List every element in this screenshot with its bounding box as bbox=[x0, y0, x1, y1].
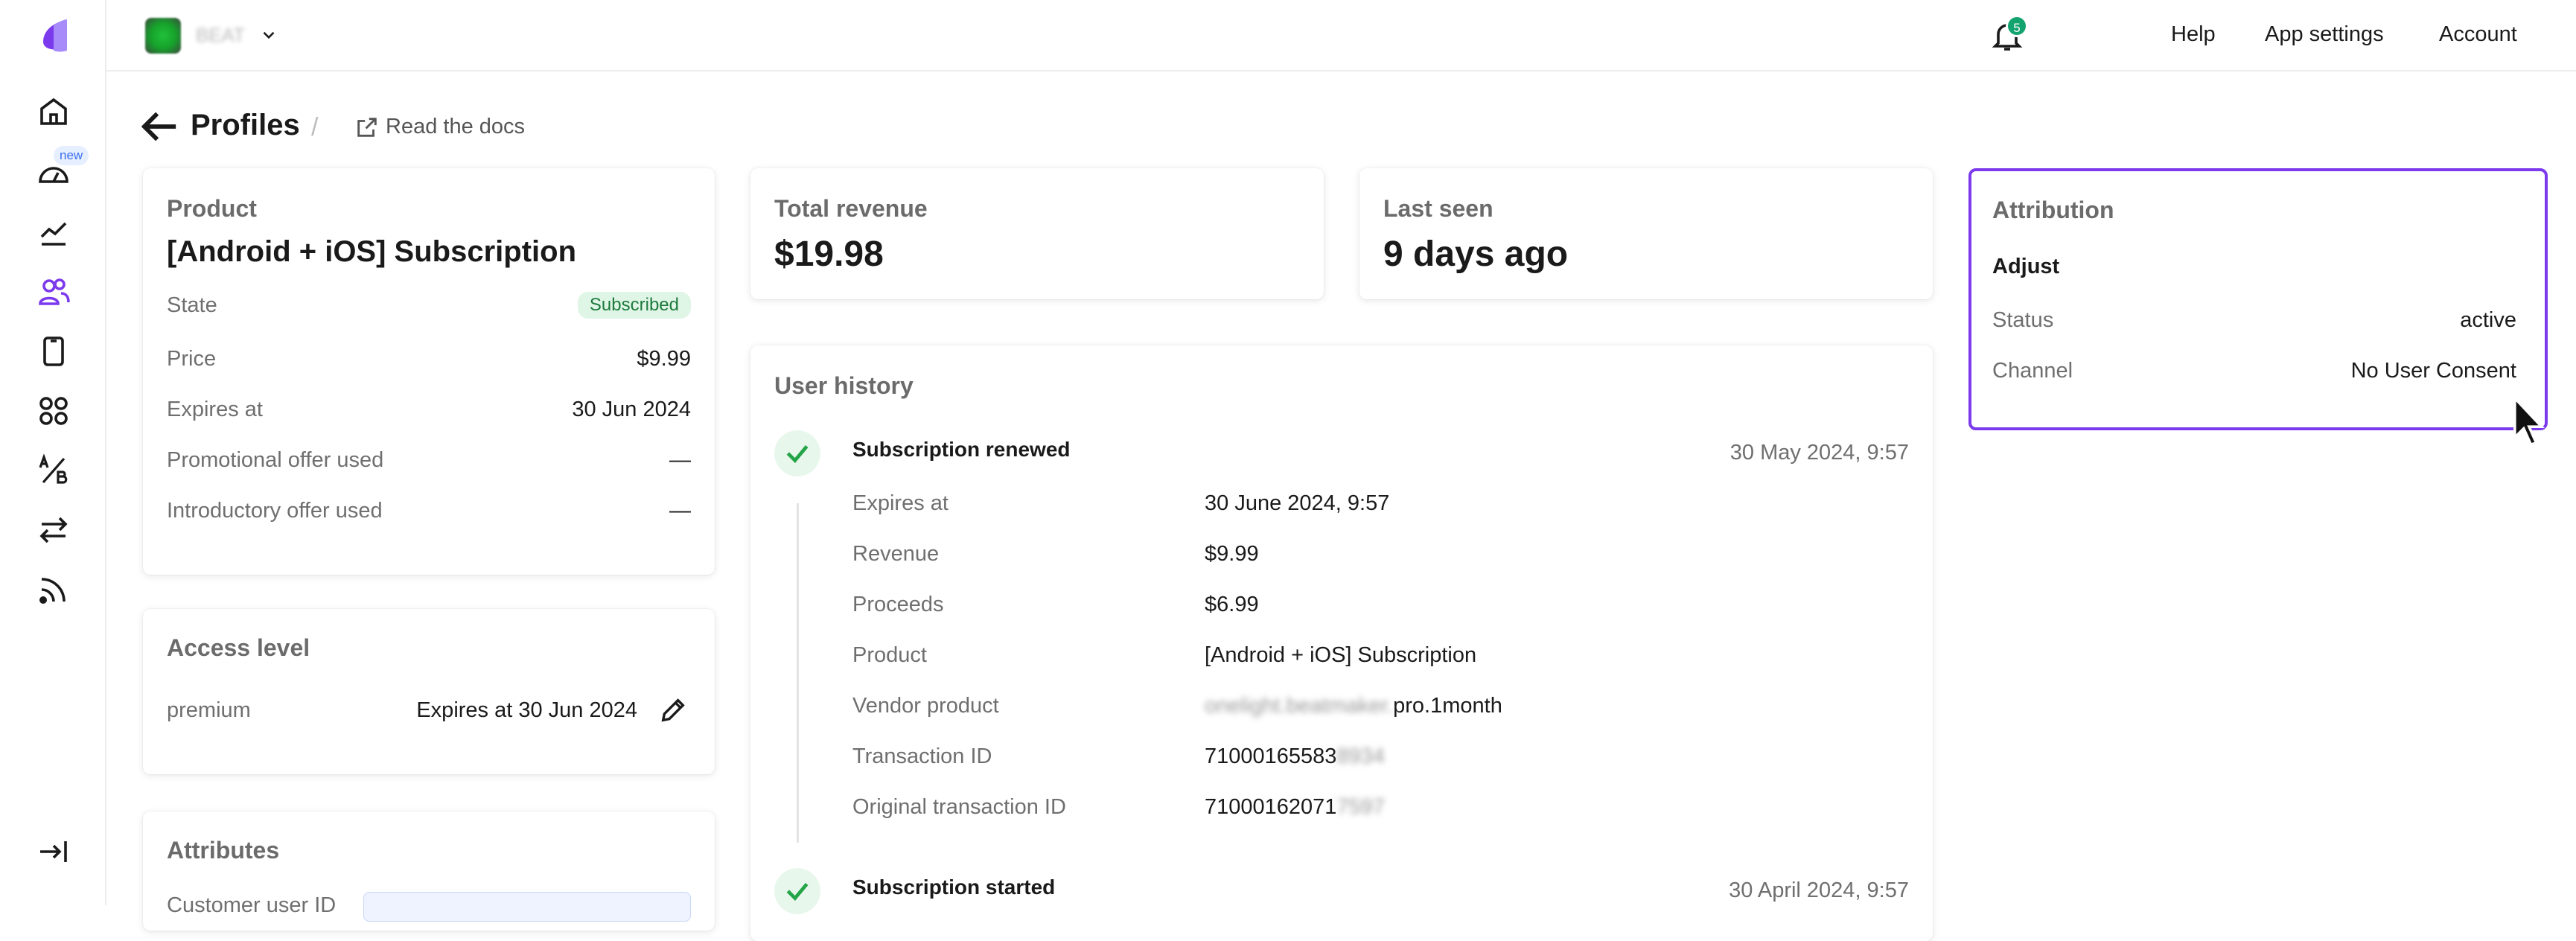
users-icon bbox=[39, 278, 70, 305]
collapse-right-icon bbox=[40, 841, 67, 862]
attribution-label: Attribution bbox=[1992, 197, 2114, 223]
product-name: [Android + iOS] Subscription bbox=[167, 235, 576, 268]
app-name[interactable]: BEAT bbox=[196, 24, 245, 47]
row-value: $9.99 bbox=[637, 347, 691, 371]
vendor-product-suffix: pro.1month bbox=[1393, 694, 1502, 718]
sidebar-item-analytics[interactable] bbox=[33, 211, 74, 253]
app-avatar[interactable] bbox=[145, 18, 181, 54]
logo-icon[interactable] bbox=[37, 16, 70, 54]
account-link[interactable]: Account bbox=[2439, 22, 2517, 47]
row-label: State bbox=[167, 293, 217, 317]
sidebar-item-profiles[interactable] bbox=[33, 271, 74, 313]
history-row-label: Vendor product bbox=[852, 694, 999, 718]
page-title: Profiles bbox=[191, 109, 300, 141]
row-label: Price bbox=[167, 347, 217, 371]
help-link[interactable]: Help bbox=[2171, 22, 2216, 47]
history-row-value: $6.99 bbox=[1205, 593, 1259, 616]
event-check-icon bbox=[774, 868, 820, 914]
sidebar-item-events[interactable] bbox=[33, 509, 74, 551]
chevron-down-icon[interactable] bbox=[259, 25, 278, 45]
ab-test-icon bbox=[39, 453, 68, 484]
row-value: — bbox=[669, 499, 691, 523]
history-row-label: Proceeds bbox=[852, 593, 944, 616]
app-settings-link[interactable]: App settings bbox=[2265, 22, 2384, 47]
history-row-value: $9.99 bbox=[1205, 542, 1259, 566]
access-level-label: Access level bbox=[167, 634, 310, 661]
history-row-label: Revenue bbox=[852, 542, 940, 566]
customer-user-id-field[interactable] bbox=[363, 892, 691, 922]
last-seen-label: Last seen bbox=[1383, 195, 1493, 222]
history-row-label: Original transaction ID bbox=[852, 795, 1066, 819]
new-badge: new bbox=[54, 146, 89, 165]
redacted-text: 8934 bbox=[1336, 744, 1385, 768]
attribution-row-label: Channel bbox=[1992, 359, 2073, 383]
phone-icon bbox=[43, 336, 64, 366]
status-badge: Subscribed bbox=[577, 292, 691, 319]
arrows-exchange-icon bbox=[39, 517, 68, 543]
sidebar-item-integrations[interactable] bbox=[33, 390, 74, 432]
transaction-id-value: 710001655838934 bbox=[1205, 744, 1385, 769]
row-label: Introductory offer used bbox=[167, 499, 383, 523]
event-date: 30 April 2024, 9:57 bbox=[1729, 878, 1909, 902]
vendor-product-value: onelight.beatmaker.pro.1month bbox=[1205, 694, 1502, 718]
mouse-cursor-icon bbox=[2513, 395, 2545, 447]
home-icon bbox=[40, 98, 67, 125]
history-row-value: 30 June 2024, 9:57 bbox=[1205, 491, 1390, 515]
attribute-row-label: Customer user ID bbox=[167, 893, 337, 917]
event-date: 30 May 2024, 9:57 bbox=[1729, 441, 1909, 465]
original-transaction-id-prefix: 71000162071 bbox=[1205, 795, 1337, 819]
user-history-label: User history bbox=[774, 372, 914, 399]
product-card-label: Product bbox=[167, 195, 257, 222]
access-level-name: premium bbox=[167, 698, 251, 722]
access-level-expires: Expires at 30 Jun 2024 bbox=[416, 698, 637, 722]
total-revenue-value: $19.98 bbox=[774, 235, 884, 274]
external-link-icon[interactable] bbox=[354, 115, 380, 140]
attribution-row-label: Status bbox=[1992, 308, 2054, 332]
back-arrow-icon[interactable] bbox=[141, 110, 179, 143]
grid-icon bbox=[39, 397, 68, 425]
sidebar-item-feed[interactable] bbox=[33, 569, 74, 610]
attribution-card[interactable]: Attribution Adjust Status active Channel… bbox=[1968, 168, 2548, 430]
original-transaction-id-value: 710001620717597 bbox=[1205, 795, 1385, 820]
history-row-label: Expires at bbox=[852, 491, 949, 515]
event-title[interactable]: Subscription renewed bbox=[852, 438, 1071, 462]
row-value: 30 Jun 2024 bbox=[572, 398, 691, 421]
read-docs-link[interactable]: Read the docs bbox=[386, 115, 525, 139]
attribution-row-value: active bbox=[2460, 308, 2516, 332]
attribution-source: Adjust bbox=[1992, 255, 2060, 278]
timeline-line bbox=[797, 503, 799, 843]
history-row-label: Product bbox=[852, 643, 927, 667]
last-seen-card: Last seen 9 days ago bbox=[1359, 168, 1933, 299]
sidebar-item-home[interactable] bbox=[33, 91, 74, 133]
sidebar: new bbox=[0, 0, 106, 905]
total-revenue-label: Total revenue bbox=[774, 195, 928, 222]
redacted-text: onelight.beatmaker. bbox=[1205, 694, 1394, 718]
row-label: Promotional offer used bbox=[167, 448, 384, 472]
notification-count-badge: 5 bbox=[2006, 15, 2028, 37]
breadcrumb-separator: / bbox=[311, 113, 319, 141]
total-revenue-card: Total revenue $19.98 bbox=[750, 168, 1324, 299]
attributes-card: Attributes Customer user ID bbox=[143, 811, 715, 931]
sidebar-item-ab-tests[interactable] bbox=[33, 450, 74, 491]
event-check-icon bbox=[774, 430, 820, 476]
product-card: Product [Android + iOS] Subscription Sta… bbox=[143, 168, 715, 575]
row-value: — bbox=[669, 448, 691, 472]
row-label: Expires at bbox=[167, 398, 263, 421]
edit-pencil-icon[interactable] bbox=[658, 695, 688, 725]
history-row-label: Transaction ID bbox=[852, 744, 992, 768]
sidebar-collapse-button[interactable] bbox=[33, 831, 74, 873]
sidebar-item-paywalls[interactable] bbox=[33, 331, 74, 372]
history-row-value: [Android + iOS] Subscription bbox=[1205, 643, 1477, 667]
access-level-card: Access level premium Expires at 30 Jun 2… bbox=[143, 609, 715, 774]
attributes-label: Attributes bbox=[167, 837, 280, 864]
redacted-text: 7597 bbox=[1336, 795, 1385, 819]
attribution-row-value: No User Consent bbox=[2350, 359, 2516, 383]
chart-line-icon bbox=[40, 222, 67, 246]
rss-icon bbox=[39, 578, 66, 604]
transaction-id-prefix: 71000165583 bbox=[1205, 744, 1337, 768]
event-title[interactable]: Subscription started bbox=[852, 875, 1055, 899]
last-seen-value: 9 days ago bbox=[1383, 235, 1569, 274]
